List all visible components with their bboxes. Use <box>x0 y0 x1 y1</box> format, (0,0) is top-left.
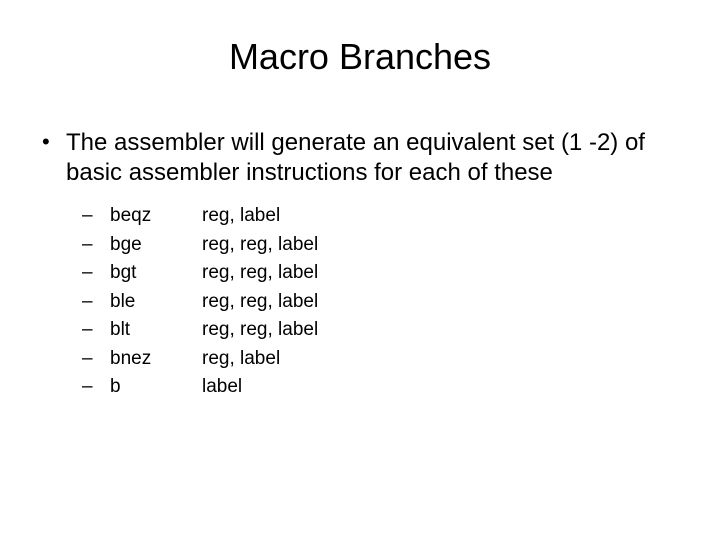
dash-icon: – <box>82 202 110 231</box>
instruction-mnemonic: ble <box>110 288 202 317</box>
list-item: – beqz reg, label <box>82 202 690 231</box>
slide-content: • The assembler will generate an equival… <box>30 128 690 402</box>
instruction-args: reg, reg, label <box>202 288 690 317</box>
instruction-args: reg, reg, label <box>202 259 690 288</box>
dash-icon: – <box>82 259 110 288</box>
instruction-args: reg, reg, label <box>202 231 690 260</box>
main-bullet-text: The assembler will generate an equivalen… <box>66 128 690 188</box>
main-bullet: • The assembler will generate an equival… <box>40 128 690 188</box>
instruction-args: reg, label <box>202 345 690 374</box>
dash-icon: – <box>82 373 110 402</box>
instruction-args: label <box>202 373 690 402</box>
bullet-icon: • <box>40 128 66 157</box>
list-item: – bnez reg, label <box>82 345 690 374</box>
slide-title: Macro Branches <box>30 36 690 78</box>
instruction-list: – beqz reg, label – bge reg, reg, label … <box>40 202 690 402</box>
dash-icon: – <box>82 316 110 345</box>
list-item: – ble reg, reg, label <box>82 288 690 317</box>
instruction-mnemonic: b <box>110 373 202 402</box>
instruction-mnemonic: bge <box>110 231 202 260</box>
instruction-mnemonic: beqz <box>110 202 202 231</box>
list-item: – blt reg, reg, label <box>82 316 690 345</box>
list-item: – bgt reg, reg, label <box>82 259 690 288</box>
instruction-mnemonic: bnez <box>110 345 202 374</box>
instruction-args: reg, label <box>202 202 690 231</box>
instruction-mnemonic: blt <box>110 316 202 345</box>
instruction-mnemonic: bgt <box>110 259 202 288</box>
dash-icon: – <box>82 288 110 317</box>
dash-icon: – <box>82 345 110 374</box>
list-item: – bge reg, reg, label <box>82 231 690 260</box>
dash-icon: – <box>82 231 110 260</box>
list-item: – b label <box>82 373 690 402</box>
instruction-args: reg, reg, label <box>202 316 690 345</box>
